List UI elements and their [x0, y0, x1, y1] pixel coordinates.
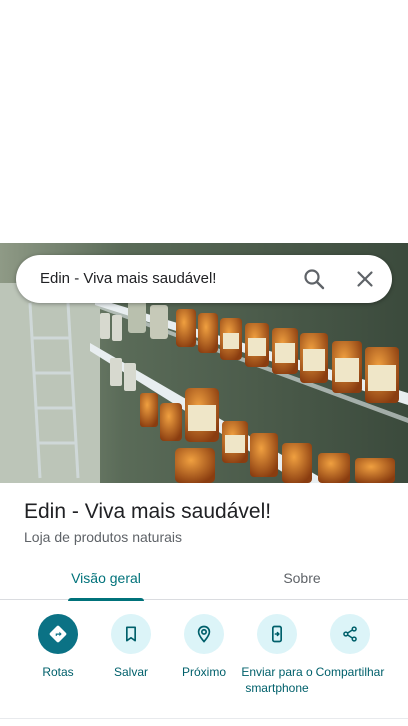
share-label: Compartilhar [315, 665, 385, 679]
send-to-phone-icon [257, 614, 297, 654]
active-tab-indicator [68, 598, 144, 601]
directions-button[interactable]: Rotas [20, 612, 96, 680]
nearby-button[interactable]: Próximo [166, 612, 242, 680]
tab-overview[interactable]: Visão geral [34, 556, 178, 601]
tab-bar: Visão geral Sobre [0, 556, 408, 601]
save-button[interactable]: Salvar [93, 612, 169, 680]
send-to-phone-button[interactable]: Enviar para o smartphone [239, 612, 315, 696]
search-bar[interactable]: Edin - Viva mais saudável! [16, 255, 392, 303]
share-button[interactable]: Compartilhar [312, 612, 388, 680]
map-area[interactable] [0, 0, 408, 243]
tab-overview-label: Visão geral [71, 570, 141, 586]
search-icon[interactable] [302, 267, 326, 291]
action-buttons: Rotas Salvar Próximo Enviar para o smart… [0, 612, 408, 712]
place-title: Edin - Viva mais saudável! [24, 500, 272, 523]
tab-about[interactable]: Sobre [230, 556, 374, 600]
close-icon[interactable] [353, 267, 377, 291]
send-to-phone-label: Enviar para o smartphone [241, 665, 313, 695]
share-icon [330, 614, 370, 654]
bookmark-icon [111, 614, 151, 654]
tab-about-label: Sobre [283, 570, 321, 586]
nearby-icon [184, 614, 224, 654]
directions-icon [38, 614, 78, 654]
divider [0, 718, 408, 719]
search-query[interactable]: Edin - Viva mais saudável! [40, 270, 216, 287]
save-label: Salvar [113, 665, 148, 679]
place-category: Loja de produtos naturais [24, 529, 182, 545]
nearby-label: Próximo [181, 665, 226, 679]
directions-label: Rotas [42, 665, 74, 679]
